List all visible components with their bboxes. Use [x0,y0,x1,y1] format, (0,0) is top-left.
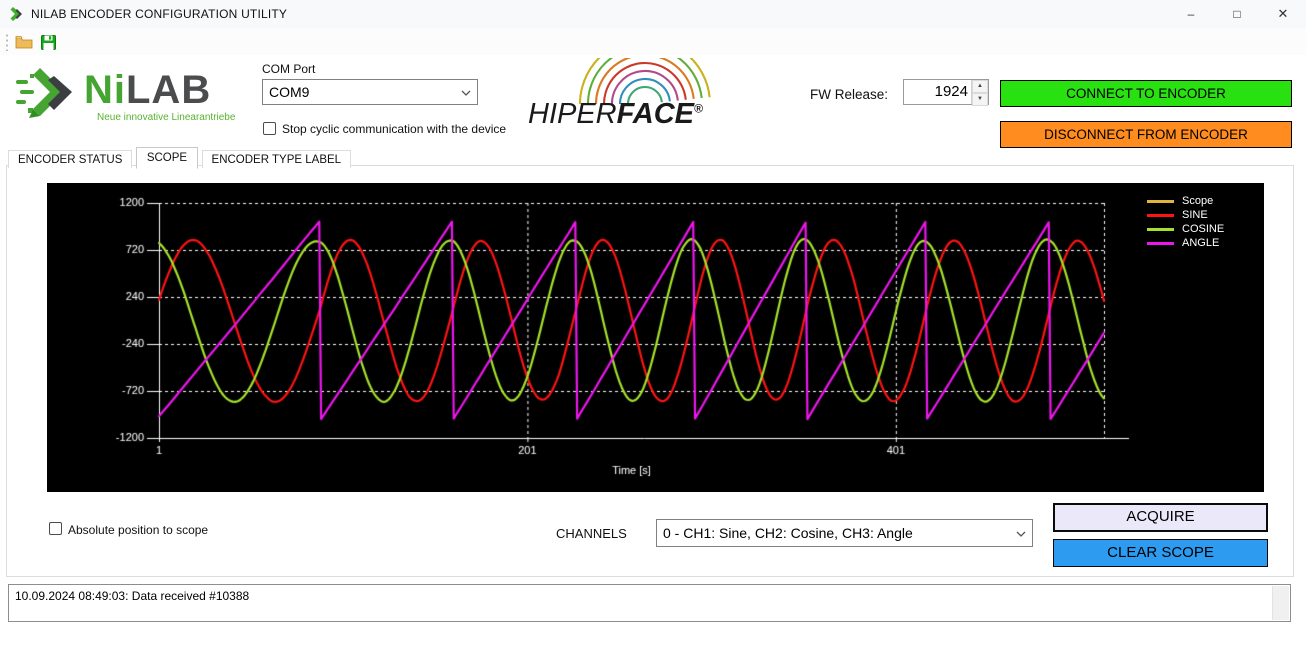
app-window: NILAB ENCODER CONFIGURATION UTILITY – □ … [0,0,1306,647]
scope-chart-panel: Scope SINE COSINE ANGLE [47,183,1264,492]
legend-swatch-angle [1147,242,1174,245]
nilab-logo-text: NiLAB [84,68,211,113]
stop-cyclic-label: Stop cyclic communication with the devic… [282,122,506,136]
fw-release-label: FW Release: [810,87,888,102]
fw-release-value[interactable]: 1924 [904,80,971,104]
toolbar [0,28,1306,55]
legend-label-angle: ANGLE [1182,237,1219,249]
tab-encoder-status[interactable]: ENCODER STATUS [8,150,132,168]
title-bar: NILAB ENCODER CONFIGURATION UTILITY – □ … [0,0,1306,28]
minimize-icon[interactable]: – [1168,0,1214,28]
status-scrollbar[interactable] [1272,586,1289,620]
legend-label-scope: Scope [1182,195,1213,207]
legend-item-cosine: COSINE [1147,222,1224,236]
window-title: NILAB ENCODER CONFIGURATION UTILITY [31,7,287,21]
legend-swatch-sine [1147,214,1174,217]
tab-strip: ENCODER STATUS SCOPE ENCODER TYPE LABEL [8,146,350,167]
open-folder-icon [15,35,33,49]
scope-tab-page: Scope SINE COSINE ANGLE Absolute positio… [6,165,1294,577]
chevron-down-icon [1010,524,1032,542]
chart-legend: Scope SINE COSINE ANGLE [1147,194,1224,250]
legend-label-cosine: COSINE [1182,223,1224,235]
hiperface-text-bold: FACE [617,98,694,130]
hiperface-logo-text: HIPERFACE® [528,98,703,131]
nilab-logo-icon [14,66,80,120]
scope-chart-canvas [47,183,1264,492]
absolute-position-label: Absolute position to scope [68,523,208,537]
toolbar-grip[interactable] [5,33,9,51]
acquire-button[interactable]: ACQUIRE [1053,503,1268,532]
tab-encoder-type-label[interactable]: ENCODER TYPE LABEL [202,150,352,168]
app-icon [9,6,25,22]
com-port-value: COM9 [263,84,455,100]
logo-text-green: Ni [84,68,126,112]
hiperface-logo: HIPERFACE® [528,60,728,132]
spin-up-icon[interactable]: ▲ [972,80,988,93]
chevron-down-icon [455,83,477,101]
com-port-label: COM Port [262,62,315,76]
legend-label-sine: SINE [1182,209,1208,221]
legend-item-scope: Scope [1147,194,1224,208]
fw-release-spin-buttons: ▲ ▼ [971,80,988,104]
save-button[interactable] [37,31,59,53]
nilab-logo-tagline: Neue innovative Linearantriebe [97,112,235,123]
legend-item-angle: ANGLE [1147,236,1224,250]
logo-text-dark: LAB [126,68,211,112]
legend-item-sine: SINE [1147,208,1224,222]
clear-scope-button[interactable]: CLEAR SCOPE [1053,539,1268,567]
disconnect-button[interactable]: DISCONNECT FROM ENCODER [1000,121,1292,148]
channels-value: 0 - CH1: Sine, CH2: Cosine, CH3: Angle [657,525,1010,541]
maximize-icon[interactable]: □ [1214,0,1260,28]
connect-button[interactable]: CONNECT TO ENCODER [1000,80,1292,107]
absolute-position-checkbox[interactable] [49,522,62,535]
open-file-button[interactable] [13,31,35,53]
close-icon[interactable]: ✕ [1260,0,1306,28]
hiperface-registered-mark: ® [694,101,703,115]
legend-swatch-scope [1147,200,1174,203]
fw-release-spinner[interactable]: 1924 ▲ ▼ [903,79,989,105]
stop-cyclic-checkbox[interactable] [263,122,276,135]
com-port-select[interactable]: COM9 [262,79,478,105]
spin-down-icon[interactable]: ▼ [972,93,988,106]
status-message: 10.09.2024 08:49:03: Data received #1038… [15,589,249,603]
status-log-box: 10.09.2024 08:49:03: Data received #1038… [8,584,1291,622]
tab-scope[interactable]: SCOPE [136,147,198,169]
hiperface-text-regular: HIPER [528,98,617,130]
save-disk-icon [41,35,56,50]
channels-label: CHANNELS [556,526,627,541]
legend-swatch-cosine [1147,228,1174,231]
channels-select[interactable]: 0 - CH1: Sine, CH2: Cosine, CH3: Angle [656,519,1033,547]
